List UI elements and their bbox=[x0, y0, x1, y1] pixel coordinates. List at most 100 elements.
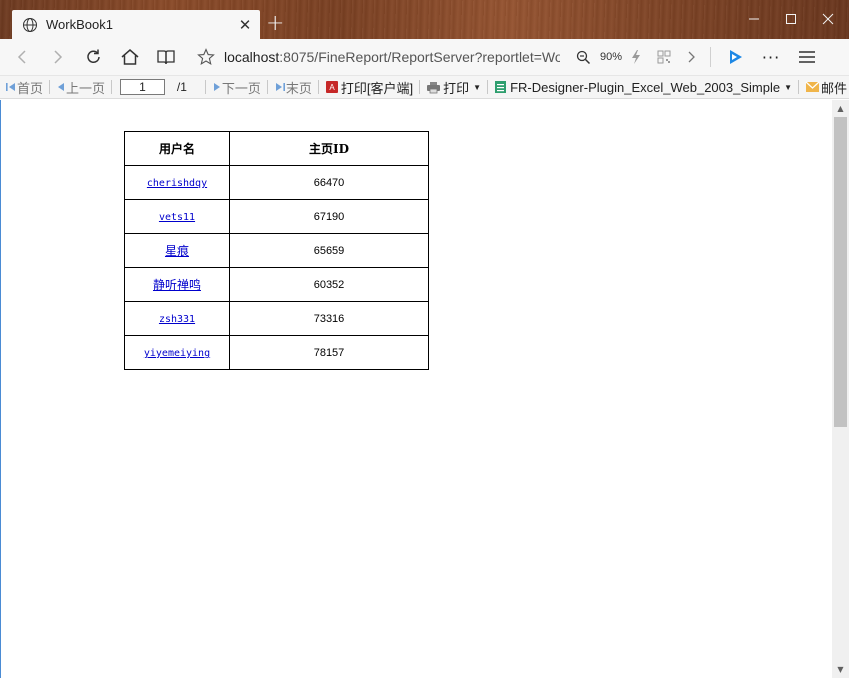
toolbar-separator bbox=[798, 80, 800, 94]
table-row: yiyemeiying 78157 bbox=[124, 335, 429, 370]
username-link[interactable]: cherishdqy bbox=[147, 178, 207, 189]
username-link[interactable]: zsh331 bbox=[159, 314, 195, 325]
new-tab-button[interactable]: + bbox=[266, 12, 284, 36]
homepage-id-cell: 67190 bbox=[229, 199, 429, 234]
homepage-id-cell: 65659 bbox=[229, 233, 429, 268]
username-link[interactable]: 星痕 bbox=[165, 244, 189, 258]
refresh-button[interactable] bbox=[76, 41, 112, 73]
first-page-label: 首页 bbox=[17, 80, 44, 96]
zoom-level: 90% bbox=[600, 51, 623, 63]
reading-view-icon bbox=[157, 50, 175, 65]
username-link[interactable]: yiyemeiying bbox=[144, 348, 210, 359]
back-button[interactable] bbox=[4, 41, 40, 73]
maximize-icon bbox=[786, 14, 796, 24]
plugin-export-button[interactable]: FR-Designer-Plugin_Excel_Web_2003_Simple… bbox=[492, 76, 794, 98]
scrollbar-thumb[interactable] bbox=[834, 117, 847, 427]
tab-title: WorkBook1 bbox=[46, 17, 113, 32]
username-cell: cherishdqy bbox=[124, 165, 230, 200]
print-client-button[interactable]: A 打印[客户端] bbox=[323, 76, 415, 98]
toolbar-separator bbox=[317, 80, 319, 94]
more-icon: ··· bbox=[761, 47, 781, 67]
username-link[interactable]: vets11 bbox=[159, 212, 195, 223]
qr-button[interactable] bbox=[650, 41, 678, 73]
print-label: 打印 bbox=[443, 80, 470, 96]
browser-tab[interactable]: WorkBook1 ✕ bbox=[12, 10, 260, 39]
prev-page-label: 上一页 bbox=[66, 80, 106, 96]
tab-close-icon[interactable]: ✕ bbox=[234, 16, 256, 34]
globe-icon bbox=[23, 17, 37, 32]
home-icon bbox=[121, 49, 139, 65]
toolbar-separator bbox=[204, 80, 206, 94]
username-cell: zsh331 bbox=[124, 301, 230, 336]
scroll-down-arrow-icon[interactable]: ▼ bbox=[832, 661, 849, 678]
chevron-right-icon bbox=[688, 51, 695, 63]
page-number-input[interactable]: 1 bbox=[120, 79, 165, 95]
favorite-button[interactable] bbox=[188, 41, 224, 73]
print-button[interactable]: 打印 ▼ bbox=[424, 76, 483, 98]
plugin-label: FR-Designer-Plugin_Excel_Web_2003_Simple bbox=[510, 79, 781, 95]
username-link[interactable]: 静听禅鸣 bbox=[153, 278, 201, 292]
homepage-id-cell: 60352 bbox=[229, 267, 429, 302]
zoom-icon bbox=[576, 50, 590, 64]
table-row: 星痕 65659 bbox=[124, 233, 429, 268]
menu-icon bbox=[799, 51, 816, 63]
extension-icon bbox=[730, 50, 743, 64]
favorite-star-icon bbox=[197, 48, 215, 65]
qr-icon bbox=[657, 50, 671, 64]
prev-page-button[interactable]: 上一页 bbox=[54, 76, 107, 98]
table-row: zsh331 73316 bbox=[124, 301, 429, 336]
username-cell: yiyemeiying bbox=[124, 335, 230, 370]
minimize-button[interactable] bbox=[736, 7, 772, 31]
maximize-button[interactable] bbox=[773, 7, 809, 31]
first-page-button[interactable]: 首页 bbox=[3, 76, 45, 98]
homepage-id-cell: 73316 bbox=[229, 301, 429, 336]
mail-label: 邮件 bbox=[821, 80, 848, 96]
refresh-icon bbox=[87, 49, 100, 63]
url-path: :8075/FineReport/ReportServer?reportlet=… bbox=[279, 49, 560, 65]
report-table: 用户名 主页ID cherishdqy 66470 vets11 67190 星… bbox=[124, 131, 429, 370]
close-window-button[interactable] bbox=[810, 7, 846, 31]
next-page-button[interactable]: 下一页 bbox=[210, 76, 263, 98]
mail-button[interactable]: 邮件 bbox=[803, 76, 849, 98]
homepage-id-cell: 66470 bbox=[229, 165, 429, 200]
forward-button[interactable] bbox=[40, 41, 76, 73]
mail-icon bbox=[805, 81, 820, 92]
menu-button[interactable] bbox=[789, 41, 825, 73]
table-header-row: 用户名 主页ID bbox=[124, 131, 429, 166]
print-client-label: 打印[客户端] bbox=[340, 80, 414, 96]
username-cell: vets11 bbox=[124, 199, 230, 234]
home-button[interactable] bbox=[112, 41, 148, 73]
reading-view-button[interactable] bbox=[148, 41, 184, 73]
table-row: vets11 67190 bbox=[124, 199, 429, 234]
scroll-up-arrow-icon[interactable]: ▲ bbox=[832, 100, 849, 117]
last-page-label: 末页 bbox=[285, 80, 312, 96]
zoom-button[interactable] bbox=[570, 41, 596, 73]
addr-divider bbox=[710, 47, 712, 67]
address-bar: localhost:8075/FineReport/ReportServer?r… bbox=[0, 39, 849, 75]
next-page-icon bbox=[213, 83, 220, 91]
close-icon bbox=[822, 13, 834, 25]
toolbar-separator bbox=[419, 80, 421, 94]
last-page-button[interactable]: 末页 bbox=[272, 76, 314, 98]
url-field[interactable]: localhost:8075/FineReport/ReportServer?r… bbox=[224, 49, 560, 65]
username-cell: 静听禅鸣 bbox=[124, 267, 230, 302]
header-homepage-id: 主页ID bbox=[229, 131, 429, 166]
dropdown-arrow-icon: ▼ bbox=[784, 82, 793, 92]
more-button[interactable]: ··· bbox=[753, 41, 789, 73]
username-cell: 星痕 bbox=[124, 233, 230, 268]
excel-export-icon bbox=[495, 81, 507, 93]
dropdown-arrow-icon: ▼ bbox=[473, 82, 482, 92]
lightning-button[interactable] bbox=[622, 41, 650, 73]
browser-titlebar: WorkBook1 ✕ + bbox=[0, 0, 849, 39]
prev-page-icon bbox=[58, 83, 65, 91]
vertical-scrollbar[interactable]: ▲ ▼ bbox=[832, 100, 849, 678]
report-toolbar: 首页 上一页 1 /1 下一页 末页 A 打印[客户端] 打印 ▼ FR-Des… bbox=[0, 75, 849, 99]
printer-icon bbox=[427, 81, 441, 93]
forward-icon bbox=[54, 50, 63, 64]
chevron-button[interactable] bbox=[678, 41, 704, 73]
svg-text:A: A bbox=[329, 83, 335, 92]
toolbar-separator bbox=[487, 80, 489, 94]
minimize-icon bbox=[749, 18, 759, 20]
toolbar-separator bbox=[49, 80, 51, 94]
extension-button[interactable] bbox=[717, 41, 753, 73]
